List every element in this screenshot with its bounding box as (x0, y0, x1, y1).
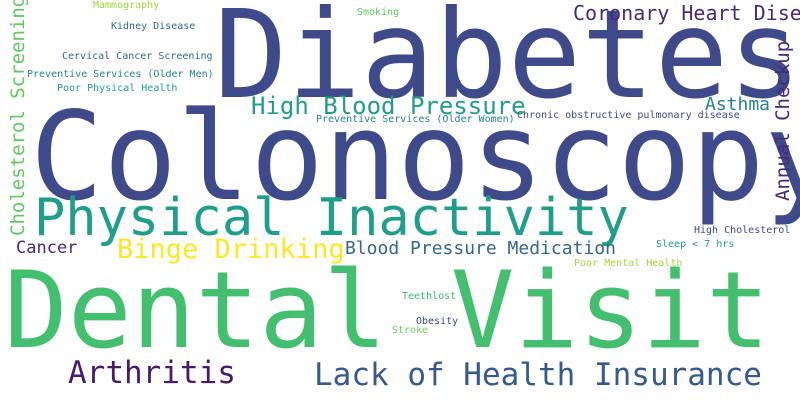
word-binge-drinking: Binge Drinking (117, 234, 345, 265)
word-chronic-obstructive-pulmonary-disease: Chronic obstructive pulmonary disease (517, 110, 740, 121)
word-stroke: Stroke (392, 325, 429, 336)
word-coronary-heart-disease: Coronary Heart Disease (573, 1, 800, 25)
word-cancer: Cancer (16, 238, 78, 258)
word-poor-physical-health: Poor Physical Health (57, 83, 178, 94)
word-cloud: Diabetes Colonoscopy Dental Visit Physical … (0, 0, 800, 400)
word-blood-pressure-medication: Blood Pressure Medication (345, 238, 616, 259)
word-sleep-under-7-hrs: Sleep < 7 hrs (656, 239, 735, 250)
word-lack-of-health-insurance: Lack of Health Insurance (314, 357, 762, 393)
word-dental-visit: Dental Visit (4, 249, 770, 372)
word-cervical-cancer-screening: Cervical Cancer Screening (62, 51, 213, 62)
word-high-cholesterol: High Cholesterol (694, 225, 791, 236)
word-cholesterol-screening: Cholesterol Screening (7, 0, 29, 236)
word-smoking: Smoking (357, 7, 400, 18)
word-arthritis: Arthritis (68, 355, 236, 391)
word-preventive-services-older-men: Preventive Services (Older Men) (27, 69, 214, 80)
word-poor-mental-health: Poor Mental Health (574, 258, 683, 269)
word-mammography: Mammography (93, 0, 160, 11)
word-teethlost: Teethlost (402, 291, 457, 302)
word-kidney-disease: Kidney Disease (111, 21, 196, 32)
word-annual-checkup: Annual Checkup (772, 40, 794, 201)
word-preventive-services-older-women: Preventive Services (Older Women) (316, 114, 515, 125)
